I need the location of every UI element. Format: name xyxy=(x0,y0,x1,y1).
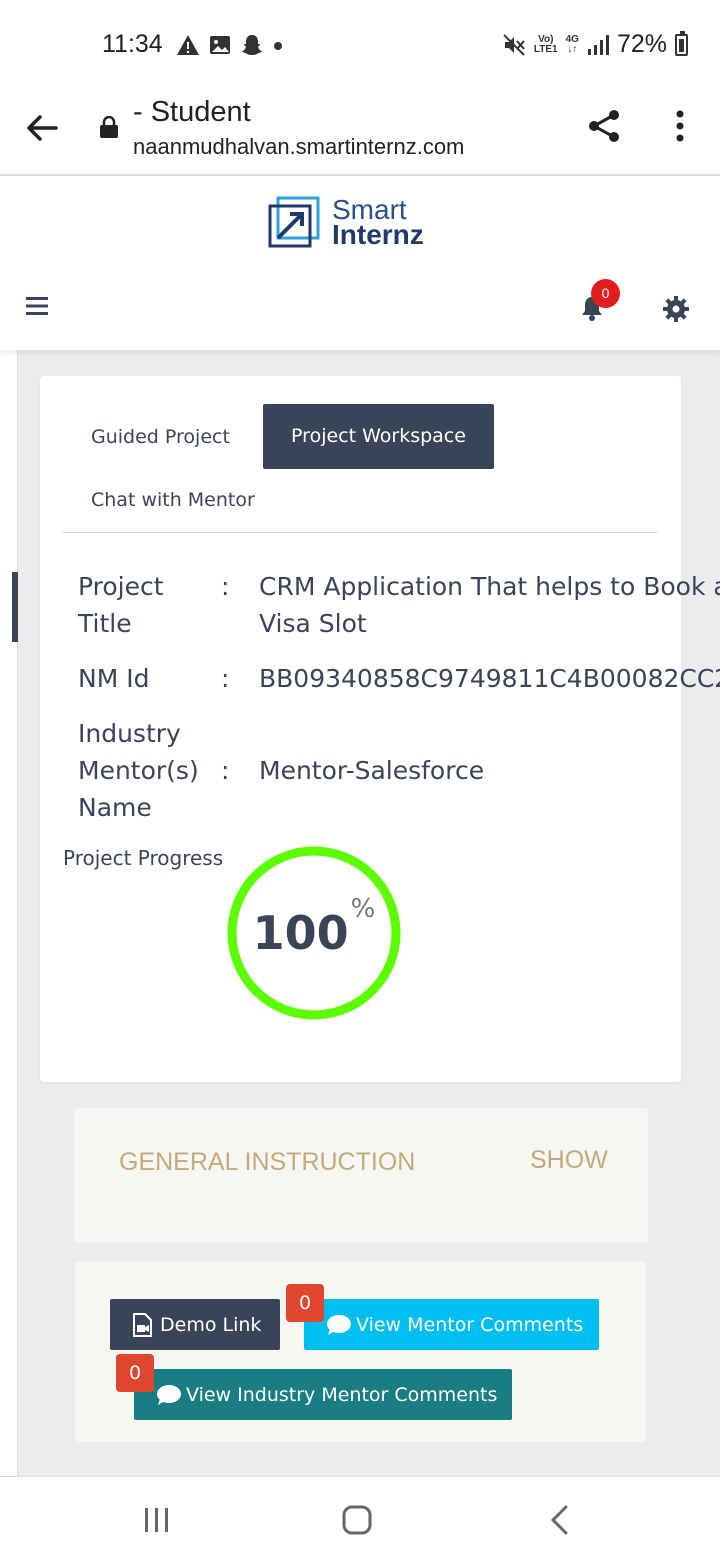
site-nav-bar: 0 xyxy=(0,262,720,350)
gear-icon[interactable] xyxy=(663,296,689,322)
data-indicator: 4G ↓↑ xyxy=(565,33,579,55)
colon-separator: : xyxy=(221,572,230,601)
signal-icon xyxy=(587,34,609,55)
back-arrow-icon[interactable] xyxy=(24,110,60,146)
view-mentor-comments-label: View Mentor Comments xyxy=(356,1313,584,1336)
tab-project-workspace[interactable]: Project Workspace xyxy=(263,404,494,469)
image-icon xyxy=(210,36,230,54)
recent-apps-icon[interactable] xyxy=(142,1507,172,1533)
actions-panel: Demo Link View Mentor Comments 0 View In… xyxy=(75,1261,646,1442)
nm-id-value: BB09340858C9749811C4B00082CC2B xyxy=(259,664,720,693)
system-back-icon[interactable] xyxy=(548,1505,570,1535)
comment-icon xyxy=(157,1384,181,1405)
status-bar: 11:34 Vo) LTE1 4G ↓↑ 72% xyxy=(0,0,720,92)
hamburger-menu-icon[interactable] xyxy=(26,296,48,316)
comment-icon xyxy=(327,1314,351,1335)
tab-chat-with-mentor[interactable]: Chat with Mentor xyxy=(91,489,255,511)
tab-guided-project[interactable]: Guided Project xyxy=(91,426,230,448)
progress-unit: % xyxy=(350,894,376,924)
volte-indicator: Vo) LTE1 xyxy=(533,33,558,55)
system-navigation-bar xyxy=(0,1476,720,1560)
share-icon[interactable] xyxy=(586,108,622,144)
demo-link-button[interactable]: Demo Link xyxy=(110,1299,280,1350)
project-progress-label: Project Progress xyxy=(63,846,224,870)
logo-mark-icon xyxy=(268,196,320,248)
side-drawer-edge[interactable] xyxy=(0,350,18,1476)
general-instruction-panel: GENERAL INSTRUCTION SHOW xyxy=(74,1108,648,1243)
general-instruction-title: GENERAL INSTRUCTION xyxy=(119,1148,416,1176)
project-title-label: Project Title xyxy=(78,572,164,638)
video-file-icon xyxy=(133,1312,152,1337)
mute-icon xyxy=(503,33,525,56)
snapchat-icon xyxy=(242,35,262,55)
dot-icon xyxy=(274,42,282,50)
project-title-value: CRM Application That helps to Book a Vis… xyxy=(259,572,720,638)
more-options-icon[interactable] xyxy=(668,108,692,144)
industry-comments-count-badge: 0 xyxy=(116,1354,154,1392)
smartinternz-logo[interactable]: Smart Internz xyxy=(268,196,424,250)
url-text[interactable]: naanmudhalvan.smartinternz.com xyxy=(133,134,464,160)
notification-count-badge[interactable]: 0 xyxy=(591,279,620,308)
colon-separator: : xyxy=(221,664,230,693)
progress-number: 100 xyxy=(252,906,349,960)
project-card: Guided Project Project Workspace Chat wi… xyxy=(40,376,720,1082)
colon-separator: : xyxy=(221,756,230,785)
status-system-icons: Vo) LTE1 4G ↓↑ 72% xyxy=(502,30,688,59)
lock-icon[interactable] xyxy=(99,116,119,138)
home-icon[interactable] xyxy=(342,1505,372,1535)
tab-divider xyxy=(62,532,658,533)
status-time: 11:34 xyxy=(102,30,163,58)
view-industry-mentor-comments-button[interactable]: View Industry Mentor Comments xyxy=(134,1369,512,1420)
logo-text-internz: Internz xyxy=(332,219,424,250)
browser-toolbar: - Student naanmudhalvan.smartinternz.com xyxy=(0,92,720,176)
progress-value: 100 % xyxy=(225,844,403,1022)
warning-icon xyxy=(177,35,199,55)
battery-percentage: 72% xyxy=(616,30,667,58)
show-instruction-toggle[interactable]: SHOW xyxy=(530,1146,608,1175)
page-title[interactable]: - Student xyxy=(133,96,251,129)
status-notification-icons xyxy=(176,33,283,57)
industry-mentor-label: Industry Mentor(s) Name xyxy=(78,719,199,822)
view-industry-mentor-comments-label: View Industry Mentor Comments xyxy=(186,1383,498,1406)
view-mentor-comments-button[interactable]: View Mentor Comments xyxy=(304,1299,599,1350)
nm-id-label: NM Id xyxy=(78,664,150,693)
main-content: Guided Project Project Workspace Chat wi… xyxy=(0,350,720,1476)
industry-mentor-value: Mentor-Salesforce xyxy=(259,756,485,785)
mentor-comments-count-badge: 0 xyxy=(286,1284,324,1322)
site-header: Smart Internz xyxy=(0,178,720,262)
side-drawer-handle[interactable] xyxy=(12,572,18,642)
battery-icon xyxy=(675,30,688,56)
demo-link-label: Demo Link xyxy=(160,1313,262,1336)
